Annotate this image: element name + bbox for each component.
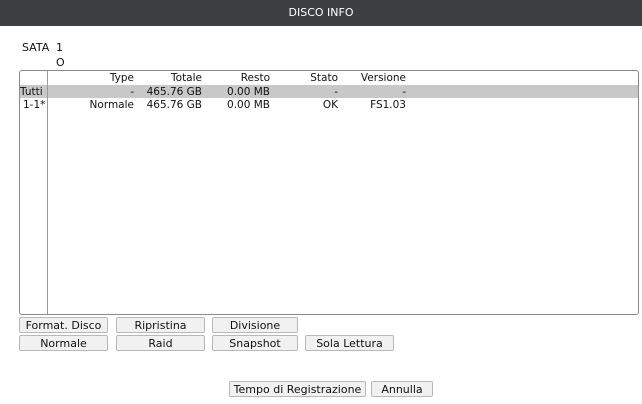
snapshot-button[interactable]: Snapshot xyxy=(212,335,298,351)
row-stato: OK xyxy=(322,99,338,111)
partition-button[interactable]: Divisione xyxy=(212,317,298,333)
row-resto: 0.00 MB xyxy=(227,99,270,111)
raid-button[interactable]: Raid xyxy=(116,335,205,351)
row-stato: - xyxy=(334,86,338,98)
disk-list-header: Type Totale Resto Stato Versione xyxy=(20,71,638,85)
window-title: DISCO INFO xyxy=(288,6,354,19)
recording-time-button[interactable]: Tempo di Registrazione xyxy=(229,381,366,397)
table-row[interactable]: 1-1* Normale 465.76 GB 0.00 MB OK FS1.03 xyxy=(20,98,638,111)
disk-list[interactable]: Type Totale Resto Stato Versione Tutti -… xyxy=(19,70,639,315)
row-totale: 465.76 GB xyxy=(146,99,202,111)
normal-button[interactable]: Normale xyxy=(19,335,108,351)
read-only-button[interactable]: Sola Lettura xyxy=(305,335,394,351)
row-versione: - xyxy=(402,86,406,98)
col-header-type: Type xyxy=(109,72,134,84)
table-row[interactable]: Tutti - 465.76 GB 0.00 MB - - xyxy=(20,85,638,98)
row-resto: 0.00 MB xyxy=(227,86,270,98)
cancel-button[interactable]: Annulla xyxy=(371,381,433,397)
row-versione: FS1.03 xyxy=(370,99,406,111)
sata-label: SATA xyxy=(22,41,50,54)
col-header-totale: Totale xyxy=(171,72,202,84)
row-name: 1-1* xyxy=(23,99,46,111)
col-header-stato: Stato xyxy=(310,72,338,84)
column-divider xyxy=(47,71,48,314)
row-totale: 465.76 GB xyxy=(146,86,202,98)
disk-info-window: DISCO INFO SATA 1 O Type Totale Resto St… xyxy=(0,0,642,404)
sata-port-number: 1 xyxy=(56,41,63,54)
format-disk-button[interactable]: Format. Disco xyxy=(19,317,108,333)
col-header-resto: Resto xyxy=(240,72,270,84)
row-type: Normale xyxy=(89,99,134,111)
sata-port-status: O xyxy=(56,56,65,69)
title-bar: DISCO INFO xyxy=(0,0,642,26)
col-header-versione: Versione xyxy=(360,72,406,84)
row-type: - xyxy=(130,86,134,98)
row-name: Tutti xyxy=(20,86,43,98)
restore-button[interactable]: Ripristina xyxy=(116,317,205,333)
